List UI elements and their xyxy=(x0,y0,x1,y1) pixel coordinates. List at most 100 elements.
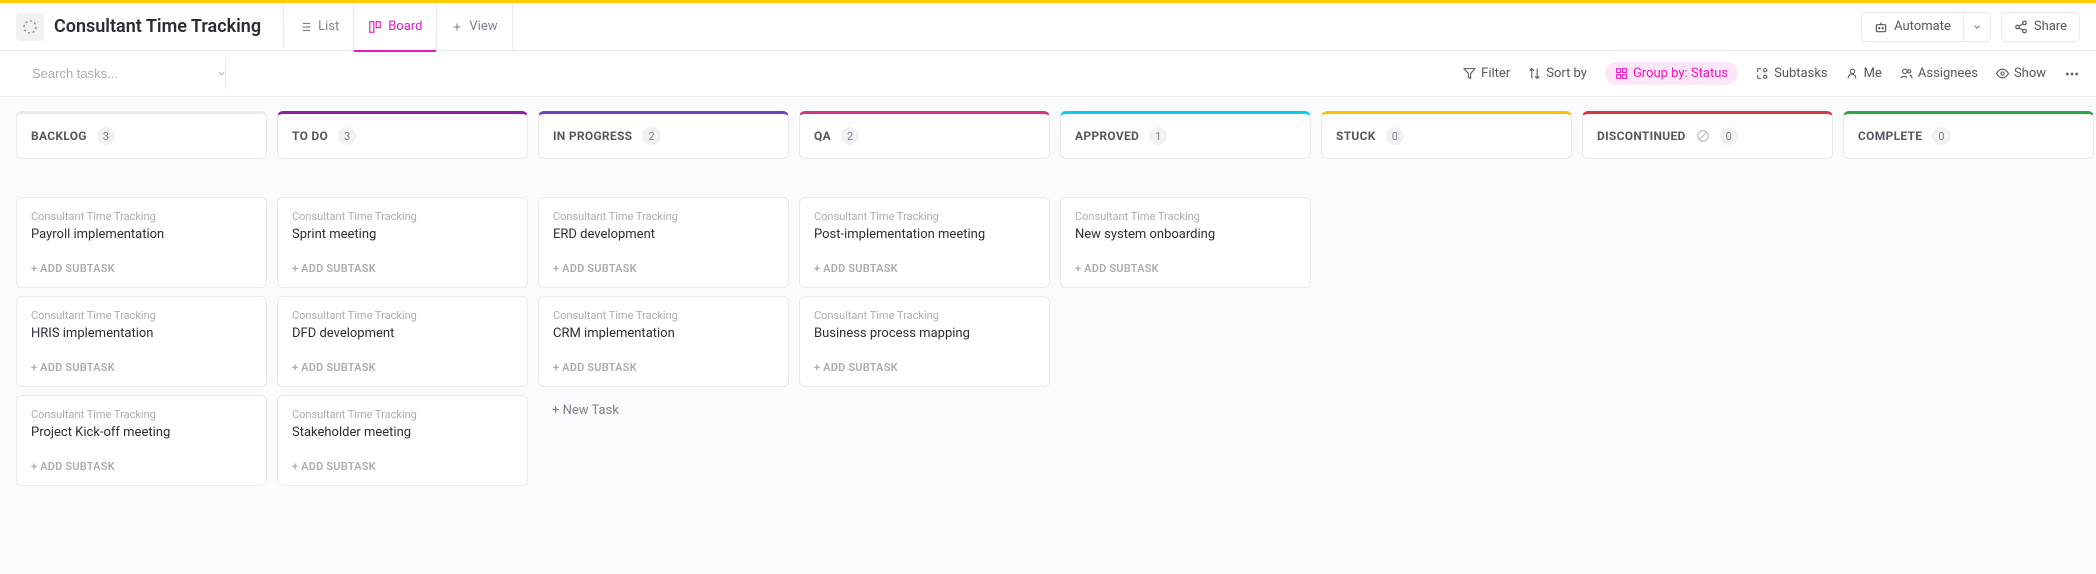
search-input[interactable] xyxy=(32,66,208,81)
add-subtask-button[interactable]: + ADD SUBTASK xyxy=(553,262,774,275)
task-card[interactable]: Consultant Time Tracking ERD development +… xyxy=(538,197,789,288)
me-button[interactable]: Me xyxy=(1846,66,1882,81)
card-project-label: Consultant Time Tracking xyxy=(292,408,513,421)
add-subtask-button[interactable]: + ADD SUBTASK xyxy=(814,262,1035,275)
sort-label: Sort by xyxy=(1546,66,1587,81)
more-icon xyxy=(2064,66,2080,82)
assignees-label: Assignees xyxy=(1918,66,1978,81)
column-header-stuck[interactable]: STUCK 0 xyxy=(1321,111,1572,159)
automate-button[interactable]: Automate xyxy=(1861,12,1963,42)
add-subtask-button[interactable]: + ADD SUBTASK xyxy=(31,460,252,473)
new-task-button[interactable]: + New Task xyxy=(538,395,789,418)
share-icon xyxy=(2014,20,2028,34)
filter-icon xyxy=(1463,67,1476,80)
card-project-label: Consultant Time Tracking xyxy=(553,210,774,223)
group-by-label: Group by: Status xyxy=(1633,66,1728,81)
group-icon xyxy=(1615,67,1628,80)
column-count: 0 xyxy=(1932,127,1950,145)
search-dropdown[interactable] xyxy=(216,68,227,79)
card-project-label: Consultant Time Tracking xyxy=(31,408,252,421)
task-card[interactable]: Consultant Time TrackingPayroll implemen… xyxy=(16,197,267,288)
filter-button[interactable]: Filter xyxy=(1463,66,1510,81)
card-project-label: Consultant Time Tracking xyxy=(814,210,1035,223)
task-card[interactable]: Consultant Time TrackingPost-implementat… xyxy=(799,197,1050,288)
share-button[interactable]: Share xyxy=(2001,12,2080,42)
cards-list: Consultant Time TrackingPost-implementat… xyxy=(799,197,1050,387)
column-title: COMPLETE xyxy=(1858,129,1922,143)
assignees-button[interactable]: Assignees xyxy=(1900,66,1978,81)
add-subtask-button[interactable]: + ADD SUBTASK xyxy=(553,361,774,374)
card-project-label: Consultant Time Tracking xyxy=(31,309,252,322)
card-title: DFD development xyxy=(292,326,513,341)
chevron-down-icon xyxy=(1972,22,1982,32)
column-count: 0 xyxy=(1720,127,1738,145)
card-title: CRM implementation xyxy=(553,326,774,341)
card-title: ERD development xyxy=(553,227,774,242)
add-subtask-button[interactable]: + ADD SUBTASK xyxy=(31,361,252,374)
card-title: Sprint meeting xyxy=(292,227,513,242)
column-title: APPROVED xyxy=(1075,129,1139,143)
view-tab-board[interactable]: Board xyxy=(353,3,436,51)
card-project-label: Consultant Time Tracking xyxy=(814,309,1035,322)
task-card[interactable]: Consultant Time TrackingProject Kick-off… xyxy=(16,395,267,486)
column-title: STUCK xyxy=(1336,129,1376,143)
subtasks-icon xyxy=(1756,67,1769,80)
column-header-backlog[interactable]: BACKLOG3 xyxy=(16,111,267,159)
add-subtask-button[interactable]: + ADD SUBTASK xyxy=(292,262,513,275)
column-title: QA xyxy=(814,129,831,143)
cards-list: Consultant Time Tracking ERD development +… xyxy=(538,197,789,418)
task-card[interactable]: Consultant Time Tracking HRIS implementat… xyxy=(16,296,267,387)
column-header-discontinued[interactable]: DISCONTINUED 0 xyxy=(1582,111,1833,159)
share-label: Share xyxy=(2034,19,2067,34)
add-subtask-button[interactable]: + ADD SUBTASK xyxy=(814,361,1035,374)
task-card[interactable]: Consultant Time TrackingCRM implementati… xyxy=(538,296,789,387)
view-tab-list[interactable]: List xyxy=(283,3,353,51)
column-stuck: STUCK 0 xyxy=(1321,111,1572,554)
sort-button[interactable]: Sort by xyxy=(1528,66,1587,81)
card-project-label: Consultant Time Tracking xyxy=(1075,210,1296,223)
card-title: Business process mapping xyxy=(814,326,1035,341)
task-card[interactable]: Consultant Time TrackingDFD development+… xyxy=(277,296,528,387)
task-card[interactable]: Consultant Time TrackingSprint meeting+ … xyxy=(277,197,528,288)
column-header-todo[interactable]: TO DO 3 xyxy=(277,111,528,159)
column-count: 3 xyxy=(338,127,356,145)
column-inprogress: IN PROGRESS2 Consultant Time Tracking ERD … xyxy=(538,111,789,554)
card-title: HRIS implementation xyxy=(31,326,252,341)
view-tab-board-label: Board xyxy=(388,19,422,34)
task-card[interactable]: Consultant Time TrackingNew system onboa… xyxy=(1060,197,1311,288)
group-by-button[interactable]: Group by: Status xyxy=(1605,62,1738,85)
board-toolbar: Filter Sort by Group by: Status Subtasks… xyxy=(0,51,2096,97)
automate-dropdown[interactable] xyxy=(1963,12,1991,42)
column-header-inprogress[interactable]: IN PROGRESS2 xyxy=(538,111,789,159)
column-backlog: BACKLOG3Consultant Time TrackingPayroll … xyxy=(16,111,267,554)
list-view-icon xyxy=(298,20,312,34)
task-card[interactable]: Consultant Time TrackingStakeholder meet… xyxy=(277,395,528,486)
block-icon xyxy=(1696,129,1710,143)
more-button[interactable] xyxy=(2064,66,2080,82)
column-discontinued: DISCONTINUED 0 xyxy=(1582,111,1833,554)
subtasks-button[interactable]: Subtasks xyxy=(1756,66,1828,81)
add-view-button[interactable]: View xyxy=(436,3,512,51)
column-title: IN PROGRESS xyxy=(553,129,632,143)
card-title: Payroll implementation xyxy=(31,227,252,242)
add-subtask-button[interactable]: + ADD SUBTASK xyxy=(292,460,513,473)
column-count: 0 xyxy=(1386,127,1404,145)
column-approved: APPROVED1 Consultant Time TrackingNew sys… xyxy=(1060,111,1311,554)
filter-label: Filter xyxy=(1481,66,1510,81)
column-header-complete[interactable]: COMPLETE 0 xyxy=(1843,111,2094,159)
sort-icon xyxy=(1528,67,1541,80)
add-subtask-button[interactable]: + ADD SUBTASK xyxy=(1075,262,1296,275)
add-subtask-button[interactable]: + ADD SUBTASK xyxy=(292,361,513,374)
column-complete: COMPLETE 0 xyxy=(1843,111,2094,554)
column-title: TO DO xyxy=(292,129,328,143)
column-count: 3 xyxy=(97,127,115,145)
column-header-qa[interactable]: QA2 xyxy=(799,111,1050,159)
cards-list: Consultant Time Tracking Sprint meeting + … xyxy=(277,197,528,486)
add-subtask-button[interactable]: + ADD SUBTASK xyxy=(31,262,252,275)
column-title: DISCONTINUED xyxy=(1597,129,1686,143)
board-view-icon xyxy=(368,20,382,34)
show-button[interactable]: Show xyxy=(1996,66,2046,81)
board-container: BACKLOG3Consultant Time TrackingPayroll … xyxy=(0,97,2096,574)
column-header-approved[interactable]: APPROVED1 xyxy=(1060,111,1311,159)
task-card[interactable]: Consultant Time Tracking Business process… xyxy=(799,296,1050,387)
